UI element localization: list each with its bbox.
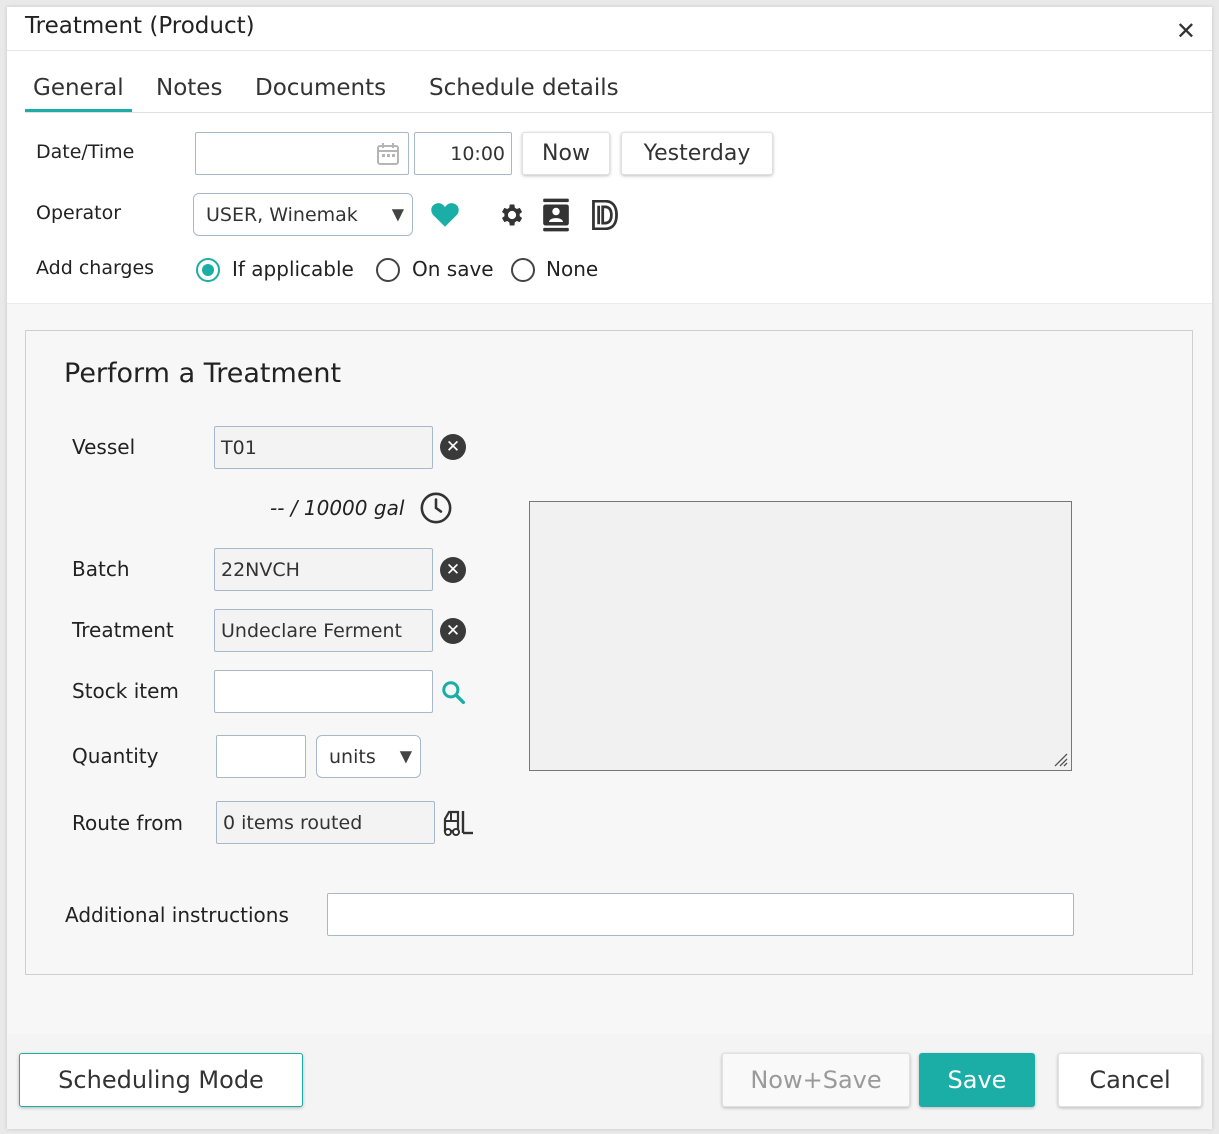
cancel-button[interactable]: Cancel: [1058, 1053, 1202, 1107]
gear-icon[interactable]: [497, 201, 525, 229]
date-input[interactable]: [195, 132, 409, 175]
tab-schedule-details[interactable]: Schedule details: [421, 73, 627, 109]
treatment-dialog: Treatment (Product) ✕ General Notes Docu…: [7, 7, 1212, 1129]
operator-select[interactable]: USER, Winemak ▼: [193, 193, 413, 236]
dialog-title: Treatment (Product): [25, 13, 255, 39]
datetime-label: Date/Time: [36, 141, 135, 163]
stock-item-input[interactable]: [214, 670, 433, 713]
dialog-footer: Scheduling Mode Now+Save Save Cancel: [7, 1034, 1212, 1129]
dialog-titlebar: Treatment (Product) ✕: [7, 7, 1212, 51]
treatment-label: Treatment: [72, 618, 174, 642]
heart-icon[interactable]: [430, 201, 460, 228]
clear-batch-icon[interactable]: ✕: [440, 557, 466, 583]
yesterday-button[interactable]: Yesterday: [621, 132, 773, 175]
document-d-icon[interactable]: [591, 200, 619, 230]
quantity-unit-select[interactable]: units ▼: [316, 735, 421, 778]
vessel-field[interactable]: T01: [214, 426, 433, 469]
add-charges-label: Add charges: [36, 257, 155, 279]
clear-treatment-icon[interactable]: ✕: [440, 618, 466, 644]
vessel-capacity-text: -- / 10000 gal: [270, 496, 405, 520]
operator-label: Operator: [36, 202, 122, 224]
panel-heading: Perform a Treatment: [64, 358, 342, 389]
notes-textarea[interactable]: [529, 501, 1072, 771]
charges-radio-if-applicable[interactable]: [196, 258, 220, 282]
tab-documents[interactable]: Documents: [247, 73, 394, 109]
additional-instructions-label: Additional instructions: [65, 903, 289, 927]
treatment-field[interactable]: Undeclare Ferment: [214, 609, 433, 652]
contact-card-icon[interactable]: [542, 198, 570, 232]
route-from-label: Route from: [72, 811, 183, 835]
calendar-icon[interactable]: [376, 142, 400, 166]
batch-field[interactable]: 22NVCH: [214, 548, 433, 591]
clear-vessel-icon[interactable]: ✕: [440, 434, 466, 460]
quantity-unit-value: units: [329, 745, 376, 768]
search-icon[interactable]: [440, 679, 466, 705]
close-icon[interactable]: ✕: [1176, 17, 1196, 45]
now-button[interactable]: Now: [522, 132, 610, 175]
save-button[interactable]: Save: [919, 1053, 1035, 1107]
tab-bar: General Notes Documents Schedule details: [25, 73, 1212, 113]
stock-item-label: Stock item: [72, 679, 179, 703]
charges-radio-none[interactable]: [511, 258, 535, 282]
treatment-panel: Perform a Treatment Vessel T01 ✕ -- / 10…: [25, 330, 1193, 975]
charges-label-none: None: [546, 257, 599, 281]
tab-notes[interactable]: Notes: [148, 73, 230, 109]
charges-radio-on-save[interactable]: [376, 258, 400, 282]
time-input[interactable]: 10:00: [414, 132, 512, 175]
tab-general[interactable]: General: [25, 73, 132, 112]
forklift-icon[interactable]: [442, 809, 474, 837]
batch-label: Batch: [72, 557, 130, 581]
quantity-label: Quantity: [72, 744, 159, 768]
scheduling-mode-button[interactable]: Scheduling Mode: [19, 1053, 303, 1107]
resize-handle-icon[interactable]: [1052, 751, 1068, 767]
operator-value: USER, Winemak: [206, 203, 358, 226]
charges-label-if-applicable: If applicable: [232, 257, 354, 281]
clock-icon[interactable]: [419, 491, 453, 525]
route-from-field[interactable]: 0 items routed: [216, 801, 435, 844]
charges-label-on-save: On save: [412, 257, 494, 281]
dropdown-caret-icon: ▼: [399, 746, 412, 766]
now-save-button[interactable]: Now+Save: [722, 1053, 910, 1107]
dropdown-caret-icon: ▼: [391, 204, 404, 224]
vessel-label: Vessel: [72, 435, 136, 459]
quantity-input[interactable]: [216, 735, 306, 778]
additional-instructions-input[interactable]: [327, 893, 1074, 936]
